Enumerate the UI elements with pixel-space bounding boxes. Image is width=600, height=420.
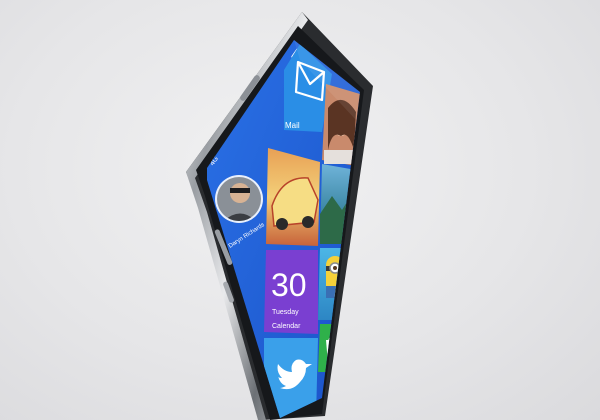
phone-scene: 4G Daryn Richards Mail 30 Tuesday Calend… bbox=[186, 12, 373, 420]
calendar-weekday: Tuesday bbox=[272, 309, 299, 316]
calendar-day: 30 bbox=[271, 267, 307, 303]
calendar-label: Calendar bbox=[272, 323, 301, 330]
mail-tile-label: Mail bbox=[285, 121, 300, 130]
car-tile[interactable] bbox=[266, 148, 320, 246]
calendar-tile[interactable]: 30 Tuesday Calendar bbox=[264, 250, 318, 334]
